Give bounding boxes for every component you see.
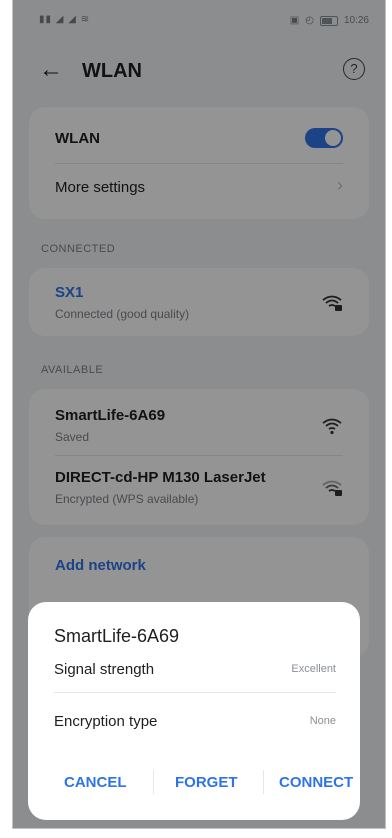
connect-button[interactable]: CONNECT [279,774,353,791]
divider [263,770,264,794]
encryption-type-label: Encryption type [54,713,158,730]
forget-button[interactable]: FORGET [175,774,238,791]
signal-strength-label: Signal strength [54,661,155,678]
encryption-type-value: None [309,715,336,727]
divider [54,692,336,693]
network-details-dialog: SmartLife-6A69 Signal strength Excellent… [28,602,360,820]
dialog-title: SmartLife-6A69 [54,626,180,646]
signal-strength-value: Excellent [291,663,336,675]
cancel-button[interactable]: CANCEL [64,774,127,791]
divider [153,770,154,794]
